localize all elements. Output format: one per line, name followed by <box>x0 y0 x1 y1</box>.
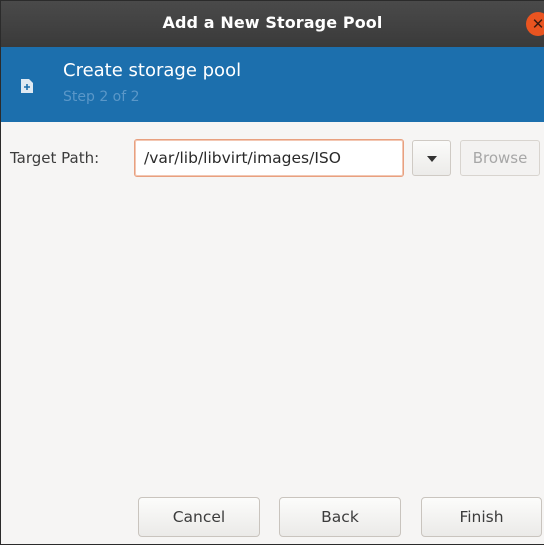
wizard-title: Create storage pool <box>63 60 242 81</box>
target-path-dropdown-button[interactable] <box>412 140 451 176</box>
wizard-step: Step 2 of 2 <box>63 89 140 105</box>
back-button[interactable]: Back <box>279 497 401 537</box>
close-icon[interactable]: ✕ <box>526 12 544 36</box>
browse-button[interactable]: Browse <box>460 140 540 176</box>
chevron-down-icon <box>427 156 437 162</box>
cancel-button[interactable]: Cancel <box>138 497 260 537</box>
target-path-input[interactable] <box>134 139 404 177</box>
title-bar[interactable]: Add a New Storage Pool ✕ <box>1 1 544 47</box>
wizard-header: Create storage pool Step 2 of 2 <box>1 47 544 122</box>
target-path-label: Target Path: <box>10 149 100 167</box>
dialog-window: Add a New Storage Pool ✕ Create storage … <box>0 0 544 545</box>
window-title: Add a New Storage Pool <box>162 13 383 32</box>
finish-button[interactable]: Finish <box>421 497 542 537</box>
target-path-row: Target Path: Browse <box>1 139 544 179</box>
add-pool-icon <box>21 79 33 93</box>
